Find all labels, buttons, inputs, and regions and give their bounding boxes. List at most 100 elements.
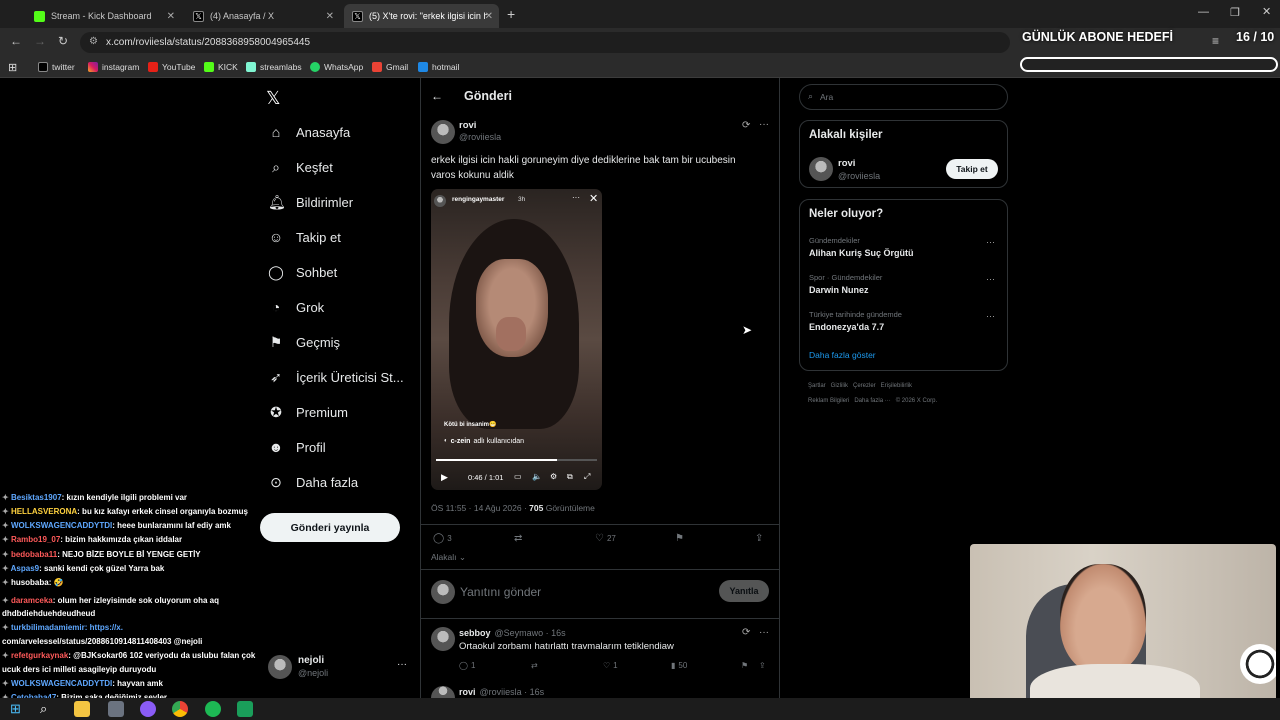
account-avatar[interactable] xyxy=(268,655,292,679)
app-icon[interactable] xyxy=(237,701,253,717)
bookmark-instagram[interactable]: instagram xyxy=(88,59,139,75)
chat-badge-icon: ✦ xyxy=(2,564,11,573)
reply-action[interactable]: ◯ 3 xyxy=(433,533,452,544)
file-explorer-icon[interactable] xyxy=(74,701,90,717)
close-tab-icon[interactable]: ✕ xyxy=(485,11,493,22)
bookmark-twitter[interactable]: twitter xyxy=(38,59,75,75)
app-icon[interactable] xyxy=(108,701,124,717)
repost-action[interactable]: ⇄ xyxy=(514,533,522,544)
like-action[interactable]: ♡ 27 xyxy=(595,533,616,544)
forward-icon[interactable]: → xyxy=(34,34,46,48)
chat-text: dhdbdiehduehdeudheud xyxy=(2,609,96,618)
pip-icon[interactable]: ⧉ xyxy=(567,472,573,482)
reply-views-action[interactable]: ▮ 50 xyxy=(671,661,687,670)
bookmark-gmail[interactable]: Gmail xyxy=(372,59,408,75)
post-button[interactable]: Gönderi yayınla xyxy=(260,513,400,542)
author-name[interactable]: rovi xyxy=(459,120,476,131)
account-more-icon[interactable]: ··· xyxy=(397,659,407,670)
trend-more-icon[interactable]: ··· xyxy=(986,237,995,247)
reply-share-icon[interactable]: ⇪ xyxy=(759,661,766,670)
reply-avatar[interactable] xyxy=(431,627,455,651)
reply-button[interactable]: Yanıtla xyxy=(719,580,769,602)
grok-icon[interactable]: ⟳ xyxy=(742,627,750,638)
settings-icon[interactable]: ⚙ xyxy=(550,472,557,481)
trend-name[interactable]: Endonezya'da 7.7 xyxy=(809,322,884,332)
x-logo-icon[interactable]: 𝕏 xyxy=(266,88,281,109)
post-more-icon[interactable]: ··· xyxy=(759,119,769,130)
nav-item-more[interactable]: ⊙ Daha fazla xyxy=(268,474,358,491)
app-icon[interactable] xyxy=(140,701,156,717)
browser-tab[interactable]: Stream - Kick Dashboard ✕ xyxy=(26,4,181,28)
reply-reply-action[interactable]: ◯ 1 xyxy=(459,661,475,670)
fullscreen-icon[interactable]: ⤢ xyxy=(584,472,590,482)
nav-item-rocket[interactable]: ➶ İçerik Üreticisi St... xyxy=(268,369,404,386)
reload-icon[interactable]: ↻ xyxy=(58,34,68,48)
footer-links[interactable]: Şartlar Gizlilik Çerezler Erişilebilirli… xyxy=(808,383,912,389)
video-progress-track[interactable] xyxy=(436,459,597,461)
close-tab-icon[interactable]: ✕ xyxy=(326,11,334,22)
nav-item-grok[interactable]: ◔ Grok xyxy=(268,299,324,315)
trend-more-icon[interactable]: ··· xyxy=(986,274,995,284)
search-icon: ⌕ xyxy=(272,159,280,175)
volume-icon[interactable]: 🔈 xyxy=(532,472,542,481)
nav-item-bell[interactable]: 🔔︎ Bildirimler xyxy=(268,194,353,211)
nav-item-person[interactable]: ☻ Profil xyxy=(268,439,326,455)
spotify-icon[interactable] xyxy=(205,701,221,717)
address-bar[interactable]: ⚙ x.com/roviiesla/status/2088368958004965… xyxy=(80,32,1010,53)
browser-tab[interactable]: 𝕏 (4) Anasayfa / X ✕ xyxy=(185,4,340,28)
nav-item-verified[interactable]: ✪ Premium xyxy=(268,404,348,421)
back-arrow-icon[interactable]: ← xyxy=(431,89,443,103)
bookmark-youtube[interactable]: YouTube xyxy=(148,59,195,75)
follow-icon: ☺ xyxy=(268,229,284,245)
reply-like-action[interactable]: ♡ 1 xyxy=(603,661,618,670)
reply-more-icon[interactable]: ··· xyxy=(759,627,769,638)
apps-grid-icon[interactable]: ⊞ xyxy=(8,59,17,75)
search-input[interactable]: ⌕ Ara xyxy=(799,84,1008,110)
chat-message: ✦ HELLASVERONA: bu kız kafayı erkek cins… xyxy=(2,507,248,516)
close-window-icon[interactable]: ✕ xyxy=(1262,5,1271,18)
nav-item-chat[interactable]: ◯ Sohbet xyxy=(268,264,337,281)
nav-item-follow[interactable]: ☺ Takip et xyxy=(268,229,341,245)
trend-more-icon[interactable]: ··· xyxy=(986,311,995,321)
nav-item-bookmark[interactable]: ⚑ Geçmiş xyxy=(268,334,340,351)
bookmark-streamlabs[interactable]: streamlabs xyxy=(246,59,302,75)
show-more-link[interactable]: Daha fazla göster xyxy=(809,350,876,360)
sort-dropdown[interactable]: Alakalı ⌄ xyxy=(431,552,466,563)
reply-input[interactable]: Yanıtını gönder xyxy=(460,585,541,599)
follow-button[interactable]: Takip et xyxy=(946,159,998,179)
site-info-icon[interactable]: ⚙ xyxy=(89,36,98,47)
minimize-icon[interactable]: — xyxy=(1198,6,1209,18)
grok-icon[interactable]: ⟳ xyxy=(742,120,750,131)
author-avatar[interactable] xyxy=(431,120,455,144)
related-avatar[interactable] xyxy=(809,157,833,181)
trends-card: Neler oluyor? Gündemdekiler Alihan Kuriş … xyxy=(799,199,1008,371)
chrome-icon[interactable] xyxy=(172,701,188,717)
nav-item-search[interactable]: ⌕ Keşfet xyxy=(268,159,333,176)
captions-icon[interactable]: ▭ xyxy=(514,472,522,481)
search-icon[interactable]: ⌕ xyxy=(40,701,47,717)
browser-tab-active[interactable]: 𝕏 (5) X'te rovi: "erkek ilgisi icin ha ✕ xyxy=(344,4,499,28)
trend-name[interactable]: Darwin Nunez xyxy=(809,285,869,295)
video-player[interactable]: rengingaymaster 3h ··· ✕ Kötü bi insanim… xyxy=(431,189,602,490)
footer-links[interactable]: Reklam Bilgileri Daha fazla ··· © 2026 X… xyxy=(808,398,937,404)
trend-name[interactable]: Alihan Kuriş Suç Örgütü xyxy=(809,248,914,258)
nav-item-home[interactable]: ⌂ Anasayfa xyxy=(268,124,350,140)
windows-start-icon[interactable]: ⊞ xyxy=(10,701,21,717)
bookmark-kick[interactable]: KICK xyxy=(204,59,238,75)
restore-icon[interactable]: ❐ xyxy=(1230,6,1240,19)
menu-icon[interactable]: ≡ xyxy=(1212,34,1219,48)
bookmark-whatsapp[interactable]: WhatsApp xyxy=(310,59,363,75)
new-tab-icon[interactable]: + xyxy=(507,6,515,22)
close-tab-icon[interactable]: ✕ xyxy=(167,11,175,22)
author-handle[interactable]: @roviiesla xyxy=(459,132,501,142)
reply-repost-action[interactable]: ⇄ xyxy=(531,661,538,670)
bookmark-action[interactable]: ⚑ xyxy=(675,533,684,544)
reply-bookmark-icon[interactable]: ⚑ xyxy=(741,661,748,670)
share-action[interactable]: ⇪ xyxy=(755,533,763,544)
play-icon[interactable]: ▶ xyxy=(441,472,448,483)
back-icon[interactable]: ← xyxy=(10,34,22,48)
reply-header: rovi @roviiesla · 16s xyxy=(459,687,545,697)
kick-favicon-icon xyxy=(34,10,45,22)
bookmark-hotmail[interactable]: hotmail xyxy=(418,59,459,75)
related-name[interactable]: rovi xyxy=(838,158,855,169)
